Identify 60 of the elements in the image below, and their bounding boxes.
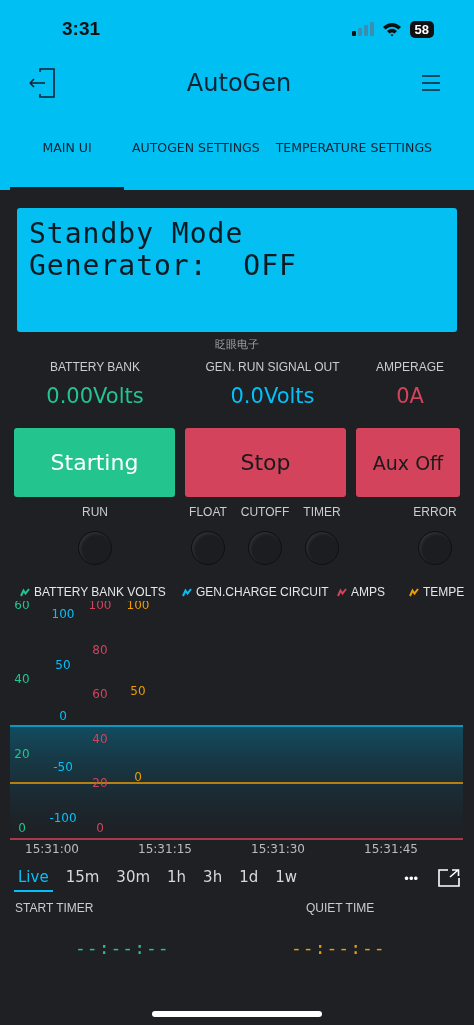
- time-range-tab[interactable]: 1h: [163, 864, 191, 892]
- time-range-tab[interactable]: 30m: [112, 864, 155, 892]
- display-label: GEN. RUN SIGNAL OUT: [205, 360, 340, 374]
- x-tick-label: 15:31:45: [364, 842, 418, 856]
- axis-tick-label: 0: [96, 821, 104, 835]
- tab[interactable]: MAIN UI: [10, 108, 124, 190]
- x-tick-label: 15:31:30: [251, 842, 305, 856]
- more-button[interactable]: •••: [404, 870, 418, 886]
- axis-tick-label: 0: [59, 709, 67, 723]
- time-range-tab[interactable]: 15m: [61, 864, 104, 892]
- axis-tick-label: 50: [55, 658, 71, 672]
- axis-tick-label: 0: [134, 770, 142, 784]
- led-label: CUTOFF: [240, 505, 290, 519]
- axis-tick-label: 40: [92, 731, 108, 746]
- led-label: ERROR: [413, 505, 457, 519]
- timer-label: QUIET TIME: [306, 901, 376, 915]
- time-range-tab[interactable]: 3h: [199, 864, 227, 892]
- legend-label: GEN.CHARGE CIRCUIT: [196, 585, 329, 599]
- axis-tick-label: 50: [130, 684, 146, 698]
- timer-label: START TIMER: [15, 901, 95, 915]
- expand-icon[interactable]: [438, 869, 460, 887]
- axis-tick-label: 40: [14, 672, 30, 687]
- exit-icon[interactable]: [28, 68, 56, 98]
- legend-label: TEMPE: [423, 585, 465, 599]
- legend-label: BATTERY BANK VOLTS: [34, 585, 166, 599]
- status-time: 3:31: [62, 18, 101, 40]
- timer-value: --:--:--: [291, 937, 387, 958]
- axis-tick-label: 60: [92, 687, 108, 702]
- tab[interactable]: AUTOGEN SETTINGS: [124, 108, 268, 190]
- signal-icon: [351, 22, 374, 36]
- app-title: AutoGen: [186, 69, 292, 97]
- x-tick-label: 15:31:00: [25, 842, 79, 856]
- time-range-tab[interactable]: Live: [14, 864, 53, 892]
- axis-tick-label: 0: [18, 820, 26, 835]
- led-label: FLOAT: [189, 505, 227, 519]
- time-range-tab[interactable]: 1w: [271, 864, 302, 892]
- legend-label: AMPS: [351, 585, 385, 599]
- display-label: AMPERAGE: [376, 360, 444, 374]
- battery-indicator: 58: [409, 20, 434, 38]
- led-label: TIMER: [303, 505, 341, 519]
- display-value: 0.00Volts: [46, 384, 144, 408]
- axis-tick-label: 100: [51, 607, 75, 621]
- time-range-tab[interactable]: 1d: [235, 864, 263, 892]
- display-label: BATTERY BANK: [50, 360, 140, 374]
- x-tick-label: 15:31:15: [138, 842, 192, 856]
- display-value: 0.0Volts: [230, 384, 315, 408]
- tab[interactable]: TEMPERATURE SETTINGS: [267, 108, 441, 190]
- menu-icon[interactable]: [422, 75, 440, 91]
- display-value: 0A: [396, 384, 424, 408]
- lcd-text: Standby Mode: [29, 218, 245, 250]
- axis-tick-label: -100: [49, 811, 77, 825]
- control-button[interactable]: Stop: [185, 428, 346, 497]
- axis-tick-label: 20: [14, 746, 30, 761]
- wifi-icon: [381, 21, 402, 37]
- axis-tick-label: 80: [92, 642, 108, 657]
- control-button[interactable]: Aux Off: [356, 428, 460, 497]
- caption: 眨眼电子: [215, 337, 259, 352]
- axis-tick-label: -50: [53, 760, 73, 774]
- lcd-text: Generator: OFF: [29, 250, 298, 282]
- led-label: RUN: [82, 505, 108, 519]
